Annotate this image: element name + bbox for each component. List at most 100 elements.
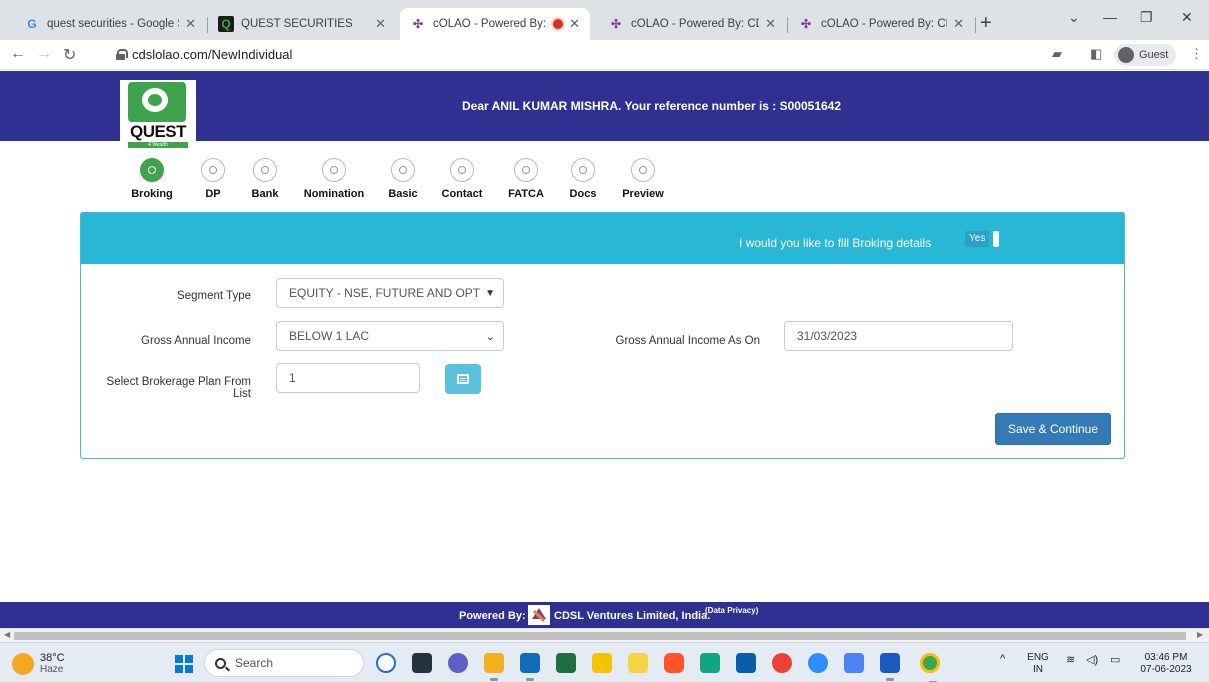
taskbar-search[interactable]: Search [204, 649, 364, 677]
cdsl-icon: ✣ [412, 17, 424, 31]
excel-icon[interactable] [556, 653, 576, 673]
income-label: Gross Annual Income [141, 335, 251, 347]
close-tab-icon[interactable]: ✕ [375, 16, 386, 32]
cdsl-icon: ✣ [800, 17, 812, 31]
google-icon: G [27, 17, 37, 31]
chrome-icon[interactable] [920, 653, 940, 682]
segment-type-label: Segment Type [177, 290, 251, 302]
mail-icon[interactable] [736, 653, 756, 673]
page-footer: Powered By: CDSL Ventures Limited, India… [0, 602, 1209, 628]
profile-button[interactable]: Guest [1114, 44, 1177, 66]
outlook-icon[interactable] [520, 653, 540, 681]
scroll-left-icon[interactable]: ◀ [4, 630, 10, 639]
zoom-icon[interactable] [808, 653, 828, 673]
toggle-label: Yes [965, 231, 990, 247]
address-bar[interactable]: cdslolao.com/NewIndividual [132, 47, 292, 62]
brokerage-plan-field[interactable]: 1 [276, 363, 420, 393]
recording-icon [553, 19, 564, 29]
language-indicator[interactable]: ENG IN [1024, 652, 1052, 676]
powered-by-label: Powered By: [459, 610, 526, 622]
chrome-profile-icon[interactable] [772, 653, 792, 673]
tab-title: QUEST SECURITIES [241, 18, 353, 30]
close-tab-icon[interactable]: ✕ [185, 16, 196, 32]
teams-icon[interactable] [448, 653, 468, 673]
wifi-icon[interactable]: ≋ [1066, 653, 1075, 666]
camera-icon[interactable]: ▰ [1052, 46, 1062, 62]
close-tab-icon[interactable]: ✕ [953, 16, 964, 32]
volume-icon[interactable]: ◁) [1086, 653, 1098, 666]
brokerage-plan-value: 1 [289, 371, 296, 385]
step-navigation: Broking DP Bank Nomination Basic Contact… [0, 158, 800, 206]
data-privacy-link[interactable]: (Data Privacy) [705, 606, 758, 615]
income-as-on-field[interactable]: 31/03/2023 [784, 321, 1013, 351]
forward-icon[interactable]: → [36, 45, 52, 63]
word-icon[interactable] [880, 653, 900, 681]
bing-icon[interactable] [376, 653, 396, 673]
file-explorer-icon[interactable] [484, 653, 504, 681]
tab-title: quest securities - Google Sea [47, 18, 179, 30]
segment-type-select[interactable]: EQUITY - NSE, FUTURE AND OPT ▼ [276, 278, 504, 308]
step-radio-icon [322, 158, 346, 182]
avatar-icon [1118, 47, 1134, 63]
tab-colao-2[interactable]: ✣ cOLAO - Powered By: CDSL V ✕ [598, 8, 786, 40]
reference-message: Dear ANIL KUMAR MISHRA. Your reference n… [462, 99, 842, 113]
tab-colao-3[interactable]: ✣ cOLAO - Powered By: CDSL V ✕ [788, 8, 974, 40]
income-as-on-label: Gross Annual Income As On [615, 335, 760, 347]
scrollbar-thumb[interactable] [14, 632, 1186, 640]
side-panel-icon[interactable]: ◧ [1090, 46, 1102, 62]
logo-subtext: 4 Wealth [128, 142, 188, 148]
search-placeholder: Search [235, 656, 274, 670]
haze-icon [12, 653, 34, 675]
brokerage-list-button[interactable] [445, 364, 481, 394]
list-icon [457, 374, 469, 384]
back-icon[interactable]: ← [10, 45, 26, 63]
show-hidden-icons-icon[interactable]: ^ [1000, 653, 1005, 665]
step-radio-icon [514, 158, 538, 182]
windows-taskbar: 38°C Haze Search ^ ENG IN ≋ ◁) ▭ 03:46 P… [0, 642, 1209, 682]
new-tab-icon[interactable]: + [980, 12, 992, 35]
step-radio-icon [140, 158, 164, 182]
cdsl-logo-icon [528, 605, 550, 625]
step-preview[interactable]: Preview [603, 158, 683, 200]
restore-icon[interactable]: ❐ [1140, 9, 1153, 26]
broking-toggle[interactable]: Yes [965, 231, 1001, 247]
battery-icon[interactable]: ▭ [1110, 653, 1120, 666]
sheets-icon[interactable] [700, 653, 720, 673]
tab-colao-active[interactable]: ✣ cOLAO - Powered By: CD ✕ [400, 8, 590, 40]
income-select[interactable]: BELOW 1 LAC ⌄ [276, 321, 504, 351]
brave-icon[interactable] [664, 653, 684, 673]
close-window-icon[interactable]: ✕ [1181, 9, 1193, 26]
step-radio-icon [631, 158, 655, 182]
tab-quest-securities[interactable]: Q QUEST SECURITIES ✕ [208, 8, 396, 40]
sticky-notes-icon[interactable] [592, 653, 612, 673]
tab-search-icon[interactable]: ⌄ [1068, 9, 1080, 26]
lock-icon[interactable] [116, 49, 128, 60]
broking-question: I would you like to fill Broking details [739, 236, 932, 250]
tab-title: cOLAO - Powered By: CD [433, 18, 547, 30]
step-bank[interactable]: Bank [225, 158, 305, 200]
scroll-right-icon[interactable]: ▶ [1197, 630, 1203, 639]
tools-icon[interactable] [844, 653, 864, 673]
step-radio-icon [450, 158, 474, 182]
profile-label: Guest [1139, 49, 1169, 61]
weather-condition: Haze [40, 664, 64, 675]
step-nomination[interactable]: Nomination [294, 158, 374, 200]
logo-text: QUEST [129, 122, 187, 141]
menu-icon[interactable]: ⋮ [1190, 46, 1203, 62]
quest-logo-mark [128, 82, 186, 122]
close-tab-icon[interactable]: ✕ [765, 16, 776, 32]
save-continue-button[interactable]: Save & Continue [995, 413, 1111, 445]
reload-icon[interactable]: ↻ [63, 45, 76, 65]
quest-icon: Q [218, 16, 234, 32]
tab-google-search[interactable]: G quest securities - Google Sea ✕ [14, 8, 206, 40]
close-tab-icon[interactable]: ✕ [569, 16, 580, 32]
windows-start-icon[interactable] [175, 655, 193, 673]
brokerage-plan-label: Select Brokerage Plan From List [106, 376, 251, 400]
minimize-icon[interactable]: — [1103, 9, 1117, 25]
clock[interactable]: 03:46 PM 07-06-2023 [1134, 652, 1198, 676]
horizontal-scrollbar[interactable]: ◀ ▶ [0, 628, 1209, 642]
weather-widget[interactable]: 38°C Haze [12, 652, 65, 676]
task-view-icon[interactable] [412, 653, 432, 673]
browser-toolbar: ← → ↻ cdslolao.com/NewIndividual ▰ ◧ Gue… [0, 40, 1209, 70]
tips-icon[interactable] [628, 653, 648, 673]
